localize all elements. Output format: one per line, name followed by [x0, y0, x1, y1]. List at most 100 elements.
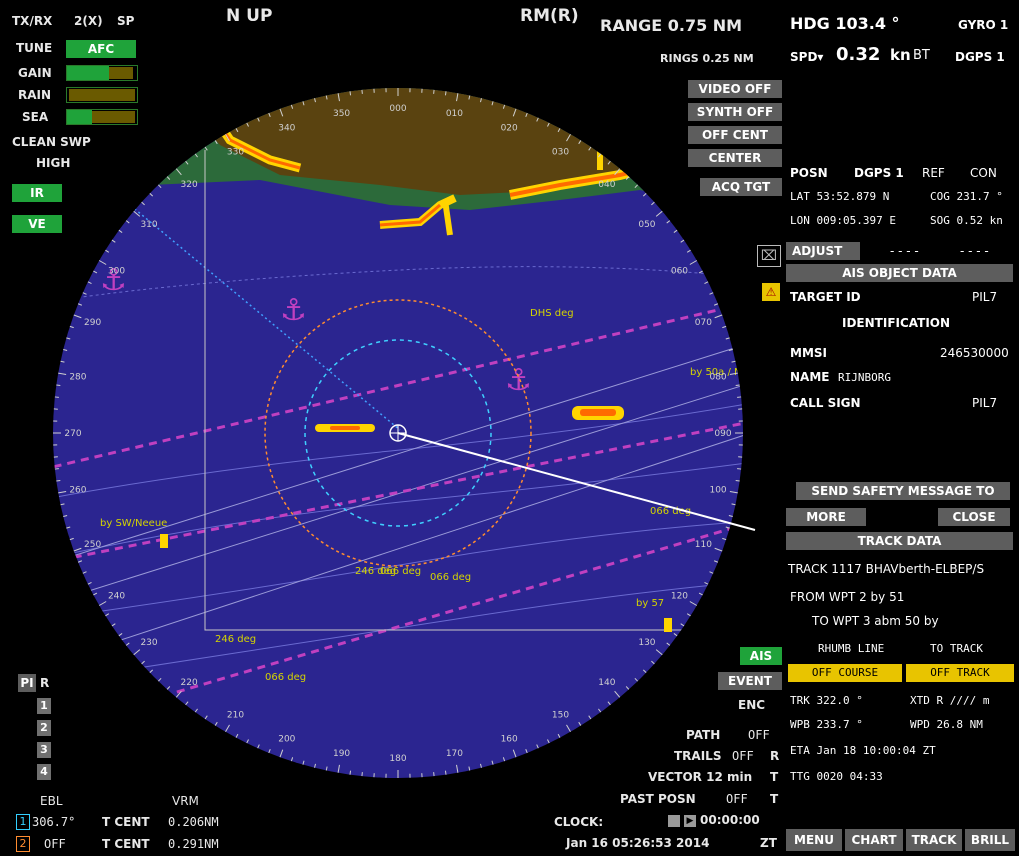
trails-mode[interactable]: R — [770, 749, 779, 763]
motion-mode[interactable]: RM(R) — [520, 6, 579, 26]
mmsi-label: MMSI — [790, 346, 827, 360]
ebl-2-ref[interactable]: T CENT — [102, 837, 150, 851]
bearing-label: 240 — [108, 592, 125, 602]
gain-slider[interactable] — [66, 65, 138, 81]
ebl-1-ref[interactable]: T CENT — [102, 815, 150, 829]
rings-display[interactable]: RINGS 0.25 NM — [660, 52, 754, 65]
ebl-1-selector[interactable]: 1 — [16, 814, 30, 830]
txrx-value[interactable]: 2(X) — [74, 14, 103, 28]
trk: TRK 322.0 ° — [790, 694, 863, 707]
speed-label[interactable]: SPD▾ — [790, 50, 823, 64]
bearing-label: 010 — [446, 109, 463, 119]
bearing-label: 140 — [598, 678, 615, 688]
radar-ppi[interactable]: ⚓ ⚓ ⚓ DHS deg 066 deg 066 deg 066 deg 24… — [0, 0, 790, 856]
svg-text:DHS deg: DHS deg — [530, 308, 574, 319]
vector-mode[interactable]: T — [770, 770, 778, 784]
send-safety-message-button[interactable]: SEND SAFETY MESSAGE TO — [796, 482, 1010, 500]
pi-item-2[interactable]: 2 — [37, 720, 51, 736]
svg-text:246 deg: 246 deg — [355, 566, 396, 577]
rain-slider[interactable] — [66, 87, 138, 103]
trails-value[interactable]: OFF — [732, 749, 754, 763]
no-chart-icon[interactable]: ⌧ — [757, 245, 781, 267]
menu-button[interactable]: MENU — [786, 829, 842, 851]
sea-slider[interactable] — [66, 109, 138, 125]
vrm-1-value[interactable]: 0.206NM — [168, 815, 219, 829]
pi-item-1[interactable]: 1 — [37, 698, 51, 714]
speed-mode[interactable]: BT — [913, 48, 930, 63]
bearing-label: 310 — [140, 220, 157, 230]
close-button[interactable]: CLOSE — [938, 508, 1010, 526]
play-icon[interactable]: ▶ — [684, 815, 696, 827]
range-display[interactable]: RANGE 0.75 NM — [600, 16, 742, 35]
ve-button[interactable]: VE — [12, 215, 62, 233]
wpd: WPD 26.8 NM — [910, 718, 983, 731]
svg-text:066 deg: 066 deg — [430, 572, 471, 583]
vrm-2-value[interactable]: 0.291NM — [168, 837, 219, 851]
acq-tgt-button[interactable]: ACQ TGT — [700, 178, 782, 196]
event-button[interactable]: EVENT — [718, 672, 782, 690]
warning-icon[interactable]: ⚠ — [762, 283, 780, 301]
tune-afc-button[interactable]: AFC — [66, 40, 136, 58]
bearing-label: 100 — [709, 485, 726, 495]
track-name: TRACK 1117 BHAVberth-ELBEP/S — [788, 562, 985, 576]
bearing-label: 030 — [552, 148, 569, 158]
rain-label: RAIN — [18, 88, 52, 102]
ebl-1-value[interactable]: 306.7° — [32, 815, 75, 829]
bearing-label: 290 — [84, 318, 101, 328]
enc-label[interactable]: ENC — [738, 698, 765, 712]
ebl-2-selector[interactable]: 2 — [16, 836, 30, 852]
identification-label: IDENTIFICATION — [842, 316, 951, 330]
clock-timer: 00:00:00 — [700, 813, 760, 827]
off-course-alarm[interactable]: OFF COURSE — [788, 664, 902, 682]
gyro-source[interactable]: GYRO 1 — [958, 18, 1008, 32]
pi-button[interactable]: PI — [18, 674, 36, 692]
chart-button[interactable]: CHART — [845, 829, 903, 851]
adjust-button[interactable]: ADJUST — [786, 242, 860, 260]
brill-button[interactable]: BRILL — [965, 829, 1015, 851]
pi-item-3[interactable]: 3 — [37, 742, 51, 758]
bearing-tick — [735, 479, 740, 482]
off-cent-button[interactable]: OFF CENT — [688, 126, 782, 144]
ir-button[interactable]: IR — [12, 184, 62, 202]
longitude: LON 009:05.397 E — [790, 214, 896, 227]
bearing-label: 190 — [333, 749, 350, 759]
speed-source[interactable]: DGPS 1 — [955, 50, 1005, 64]
off-track-alarm[interactable]: OFF TRACK — [906, 664, 1014, 682]
adjust-dashes-1: - - - - — [890, 244, 919, 258]
vector-label[interactable]: VECTOR 12 min — [648, 770, 752, 784]
track-button[interactable]: TRACK — [906, 829, 962, 851]
gain-label: GAIN — [18, 66, 52, 80]
more-button[interactable]: MORE — [786, 508, 866, 526]
center-button[interactable]: CENTER — [688, 149, 782, 167]
ebl-label: EBL — [40, 794, 63, 808]
posn-source[interactable]: DGPS 1 — [854, 166, 904, 180]
clean-swp-value[interactable]: HIGH — [36, 156, 70, 170]
pi-r-label[interactable]: R — [40, 676, 49, 690]
sp-label[interactable]: SP — [117, 14, 134, 28]
bearing-label: 170 — [446, 749, 463, 759]
bearing-tick — [56, 384, 61, 387]
clock-label: CLOCK: — [554, 815, 604, 829]
ebl-2-value[interactable]: OFF — [44, 837, 66, 851]
svg-text:066 deg: 066 deg — [265, 672, 306, 683]
past-posn-value[interactable]: OFF — [726, 792, 748, 806]
svg-text:by SW/Neeue: by SW/Neeue — [100, 518, 167, 529]
past-posn-mode[interactable]: T — [770, 792, 778, 806]
stop-icon[interactable] — [668, 815, 680, 827]
ref-label[interactable]: REF — [922, 166, 945, 180]
bearing-label: 220 — [181, 678, 198, 688]
bearing-label: 160 — [501, 734, 518, 744]
video-off-button[interactable]: VIDEO OFF — [688, 80, 782, 98]
bearing-label: 180 — [389, 754, 406, 764]
ais-button[interactable]: AIS — [740, 647, 782, 665]
svg-text:⚓: ⚓ — [505, 363, 532, 398]
to-wpt: TO WPT 3 abm 50 by — [812, 614, 939, 628]
bearing-label: 120 — [671, 592, 688, 602]
path-value[interactable]: OFF — [748, 728, 770, 742]
pi-item-4[interactable]: 4 — [37, 764, 51, 780]
synth-off-button[interactable]: SYNTH OFF — [688, 103, 782, 121]
orientation-mode[interactable]: N UP — [226, 6, 272, 26]
ttg: TTG 0020 04:33 — [790, 770, 883, 783]
sea-label: SEA — [22, 110, 49, 124]
con-label[interactable]: CON — [970, 166, 997, 180]
